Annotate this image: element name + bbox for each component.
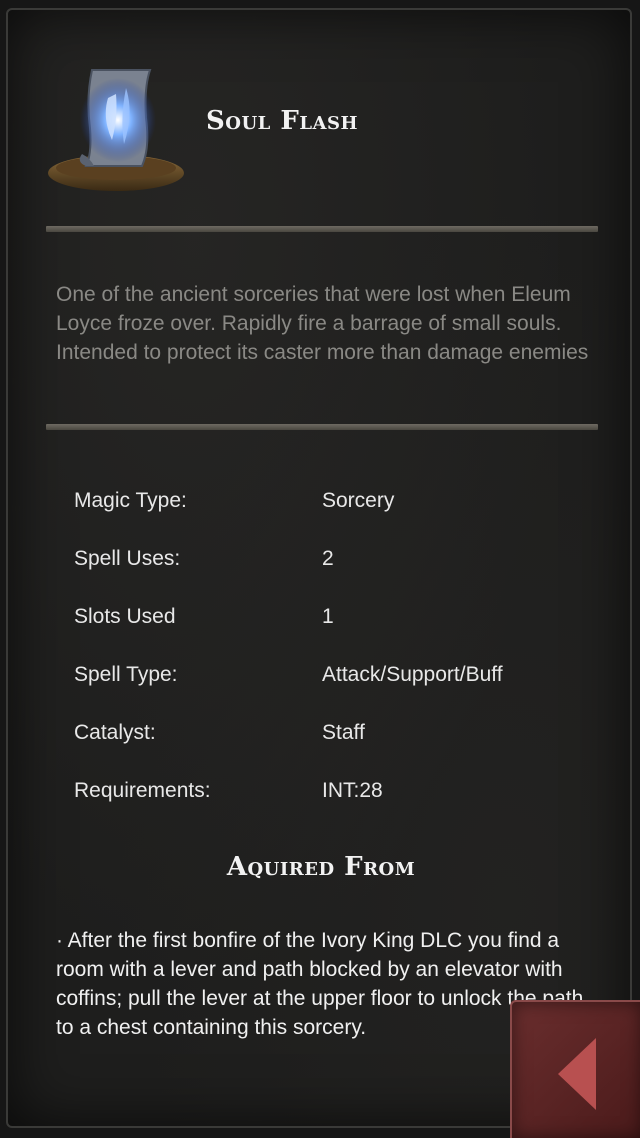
stats-table: Magic Type: Sorcery Spell Uses: 2 Slots … xyxy=(74,486,594,834)
stat-label: Magic Type: xyxy=(74,489,187,512)
stat-row-catalyst: Catalyst: Staff xyxy=(74,718,594,776)
stat-value: Staff xyxy=(322,721,365,744)
stat-value: INT:28 xyxy=(322,779,383,802)
acquired-heading: Aquired From xyxy=(226,852,416,882)
spell-description: One of the ancient sorceries that were l… xyxy=(56,283,589,364)
middle-divider xyxy=(46,424,598,430)
stat-value: 2 xyxy=(322,547,334,570)
back-arrow-icon xyxy=(558,1038,596,1110)
stat-row-spell-uses: Spell Uses: 2 xyxy=(74,544,594,602)
stat-row-requirements: Requirements: INT:28 xyxy=(74,776,594,834)
stat-value: Attack/Support/Buff xyxy=(322,663,503,686)
stat-label: Catalyst: xyxy=(74,721,156,744)
top-divider xyxy=(46,226,598,232)
stat-value: 1 xyxy=(322,605,334,628)
stat-label: Slots Used xyxy=(74,605,176,628)
stat-row-spell-type: Spell Type: Attack/Support/Buff xyxy=(74,660,594,718)
stat-label: Spell Uses: xyxy=(74,547,181,570)
stat-row-slots-used: Slots Used 1 xyxy=(74,602,594,660)
back-button[interactable] xyxy=(510,1000,640,1138)
stat-value: Sorcery xyxy=(322,489,395,512)
stat-row-magic-type: Magic Type: Sorcery xyxy=(74,486,594,544)
stat-label: Requirements: xyxy=(74,779,211,802)
stat-label: Spell Type: xyxy=(74,663,178,686)
spell-detail-card: Soul Flash One of the ancient sorceries … xyxy=(6,8,632,1128)
soul-flash-scroll-icon xyxy=(46,58,186,196)
spell-title: Soul Flash xyxy=(206,106,358,136)
acquired-text: · After the first bonfire of the Ivory K… xyxy=(56,929,584,1039)
